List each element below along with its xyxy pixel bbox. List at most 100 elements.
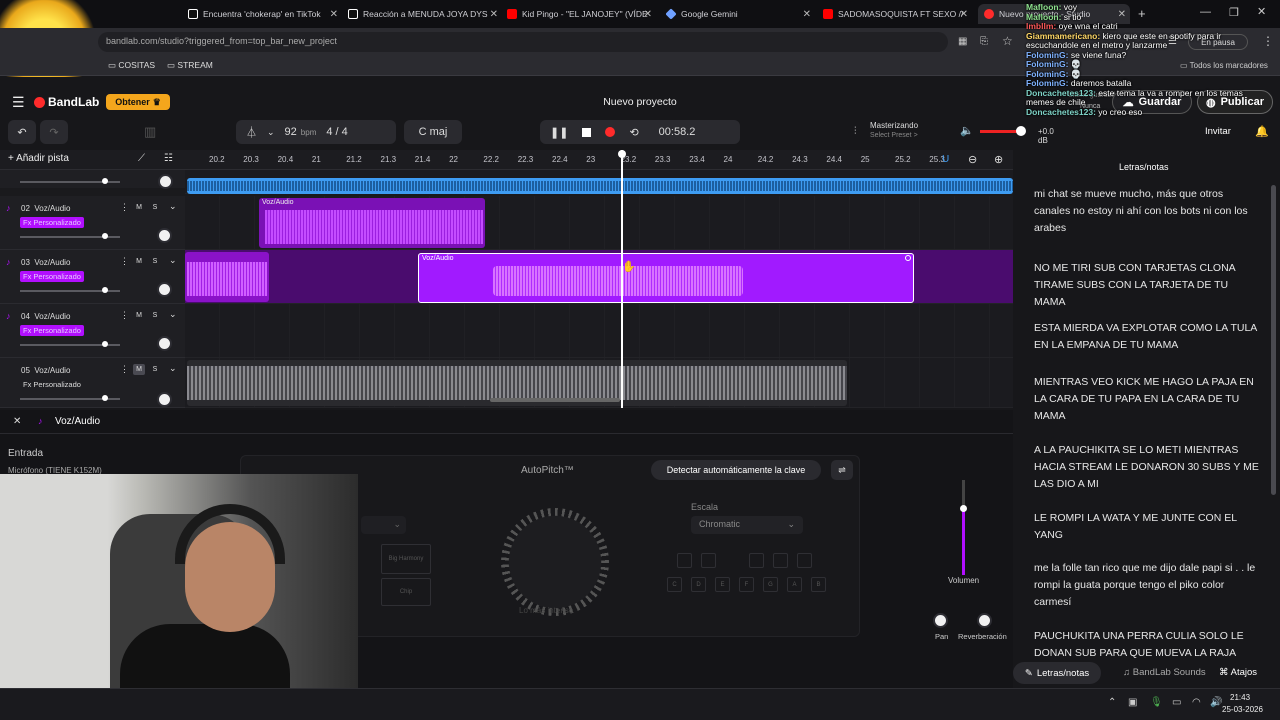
metronome-icon[interactable]: ⏃	[246, 124, 257, 140]
mic-tray-icon[interactable]: 🎙	[1150, 697, 1163, 708]
close-icon[interactable]: ✕	[330, 9, 338, 20]
mute-button[interactable]: M	[133, 310, 145, 321]
scale-sharp-button[interactable]	[749, 553, 764, 568]
url-field[interactable]: bandlab.com/studio?triggered_from=top_ba…	[98, 32, 948, 52]
pan-knob[interactable]	[933, 613, 948, 628]
solo-button[interactable]: S	[149, 202, 161, 213]
pan-knob[interactable]	[157, 282, 172, 297]
stop-button[interactable]	[582, 127, 592, 137]
track-lane[interactable]: Voz/Audio	[185, 250, 1013, 304]
zoom-out-icon[interactable]: ⊖	[968, 153, 977, 166]
browser-tab[interactable]: Reacción a MENUDA JOYA DYS ✕	[348, 4, 498, 24]
lyrics-panel[interactable]: mi chat se mueve mucho, más que otros ca…	[1013, 178, 1280, 660]
volume-slider[interactable]	[20, 395, 120, 401]
volume-slider[interactable]	[20, 287, 120, 293]
project-title[interactable]: Nuevo proyecto	[560, 96, 720, 108]
bandlab-sounds-button[interactable]: ♫ BandLab Sounds	[1123, 667, 1206, 678]
close-icon[interactable]: ✕	[490, 9, 498, 20]
harmony-button[interactable]: Big Harmony	[381, 544, 431, 574]
chevron-down-icon[interactable]: ⌄	[169, 255, 177, 266]
invitar-button[interactable]: Invitar	[1205, 126, 1231, 137]
lyrics-paragraph[interactable]: LE ROMPI LA WATA Y ME JUNTE CON EL YANG	[1034, 510, 1259, 544]
playhead[interactable]	[618, 150, 626, 408]
scale-note-button[interactable]: B	[811, 577, 826, 592]
chevron-down-icon[interactable]: ⌄	[169, 309, 177, 320]
close-icon[interactable]: ✕	[803, 9, 811, 20]
track-lane[interactable]: Voz/Audio	[185, 196, 1013, 250]
audio-clip[interactable]	[185, 252, 269, 302]
scale-sharp-button[interactable]	[701, 553, 716, 568]
track-name[interactable]: 03 Voz/Audio	[21, 258, 70, 267]
mute-button[interactable]: M	[133, 256, 145, 267]
track-settings-icon[interactable]: ☷	[164, 153, 173, 164]
lyrics-paragraph[interactable]: PAUCHUKITA UNA PERRA CULIA SOLO LE DONAN…	[1034, 628, 1259, 660]
chevron-down-icon[interactable]: ⌄	[169, 363, 177, 374]
browser-tab[interactable]: SADOMASOQUISTA FT SEXO //✕	[823, 4, 968, 24]
autopitch-settings-icon[interactable]: ⇌	[831, 460, 853, 480]
lyrics-paragraph[interactable]: MIENTRAS VEO KICK ME HAGO LA PAJA EN LA …	[1034, 374, 1259, 425]
clock-date[interactable]: 25-03-2026	[1222, 705, 1263, 714]
scale-note-button[interactable]: E	[715, 577, 730, 592]
lyrics-paragraph[interactable]: NO ME TIRI SUB CON TARJETAS CLONA TIRAME…	[1034, 260, 1259, 311]
lyrics-paragraph[interactable]: ESTA MIERDA VA EXPLOTAR COMO LA TULA EN …	[1034, 320, 1259, 354]
mute-button[interactable]: M	[133, 364, 145, 375]
volume-slider[interactable]	[20, 341, 120, 347]
track-lane[interactable]	[185, 170, 1013, 194]
scale-sharp-button[interactable]	[677, 553, 692, 568]
volume-slider[interactable]	[20, 178, 120, 184]
solo-button[interactable]: S	[149, 364, 161, 375]
pan-knob[interactable]	[157, 228, 172, 243]
solo-button[interactable]: S	[149, 256, 161, 267]
scale-note-button[interactable]: C	[667, 577, 682, 592]
more-icon[interactable]: ⋮	[120, 310, 129, 321]
master-volume-slider[interactable]	[980, 126, 1026, 136]
scale-sharp-button[interactable]	[773, 553, 788, 568]
fx-badge[interactable]: Fx Personalizado	[20, 217, 84, 228]
scale-note-button[interactable]: D	[691, 577, 706, 592]
hamburger-menu-icon[interactable]: ☰	[12, 94, 25, 111]
volume-slider[interactable]	[20, 233, 120, 239]
close-icon[interactable]: ✕	[13, 416, 21, 427]
pan-knob[interactable]	[158, 174, 173, 189]
bookmark-folder[interactable]: ▭ COSITAS	[108, 60, 155, 71]
track-name[interactable]: 02 Voz/Audio	[21, 204, 70, 213]
scale-note-button[interactable]: A	[787, 577, 802, 592]
solo-button[interactable]: S	[149, 310, 161, 321]
detect-key-button[interactable]: Detectar automáticamente la clave	[651, 460, 821, 480]
reverb-knob[interactable]	[977, 613, 992, 628]
bell-icon[interactable]: 🔔	[1255, 125, 1269, 138]
track-name[interactable]: 04 Voz/Audio	[21, 312, 70, 321]
add-track-button[interactable]: + Añadir pista	[8, 153, 88, 167]
time-signature[interactable]: 4 / 4	[326, 126, 347, 138]
mastering-button[interactable]: ⫶ Masterizando Select Preset >	[848, 120, 938, 144]
chevron-up-icon[interactable]: ⌃	[1108, 697, 1116, 708]
tray-app-icon[interactable]: ▣	[1128, 697, 1137, 708]
clip-fade-handle[interactable]	[905, 255, 911, 261]
volume-fader[interactable]	[960, 480, 967, 575]
close-icon[interactable]: ✕	[960, 9, 968, 20]
obtener-button[interactable]: Obtener ♛	[106, 94, 170, 110]
lyrics-scrollbar[interactable]	[1271, 185, 1276, 495]
record-button[interactable]	[605, 127, 616, 137]
mute-button[interactable]: M	[133, 202, 145, 213]
tab-search-icon[interactable]: ▦	[958, 36, 967, 47]
chevron-down-icon[interactable]: ⌄	[267, 127, 275, 138]
audio-clip-selected[interactable]: Voz/Audio	[418, 253, 914, 303]
browser-tab[interactable]: Google Gemini ✕	[666, 4, 811, 24]
timeline-ruler[interactable]: + Añadir pista ⟋ ☷ 20.2 20.3 20.4 21 21.2 21.…	[0, 150, 1013, 170]
browser-tab[interactable]: Encuentra 'chokerap' en TikTok ✕	[188, 4, 338, 24]
scale-sharp-button[interactable]	[797, 553, 812, 568]
more-icon[interactable]: ⋮	[120, 256, 129, 267]
escala-select[interactable]: Chromatic ⌄	[691, 516, 803, 534]
clock-time[interactable]: 21:43	[1230, 693, 1250, 702]
bpm-value[interactable]: 92	[285, 126, 297, 138]
fx-badge[interactable]: Fx Personalizado	[20, 379, 84, 390]
chevron-down-icon[interactable]: ⌄	[169, 201, 177, 212]
bandlab-logo[interactable]: BandLab	[34, 95, 99, 109]
scale-note-button[interactable]: G	[763, 577, 778, 592]
loop-button[interactable]: ⟲	[629, 126, 638, 139]
pause-button[interactable]: ❚❚	[550, 126, 568, 139]
fx-badge[interactable]: Fx Personalizado	[20, 325, 84, 336]
lyrics-paragraph[interactable]: mi chat se mueve mucho, más que otros ca…	[1034, 186, 1259, 237]
piano-icon[interactable]: ▥	[144, 124, 156, 140]
